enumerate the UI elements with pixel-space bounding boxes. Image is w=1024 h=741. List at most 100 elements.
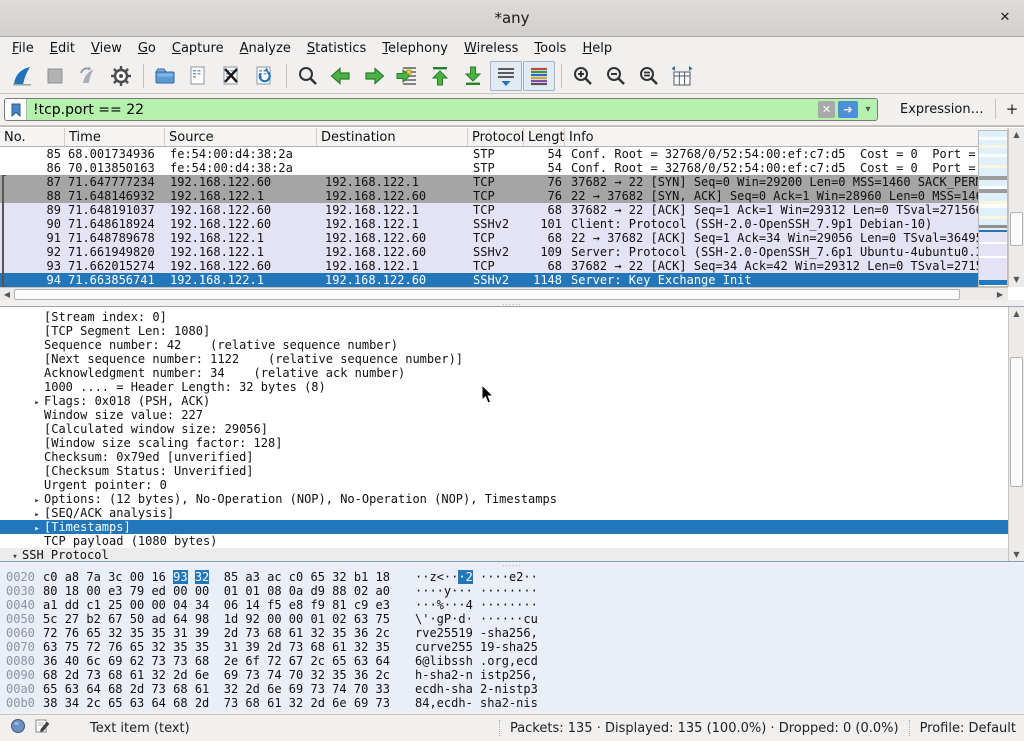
pane-splitter-handle[interactable]: ······ (0, 705, 1024, 710)
menu-view[interactable]: View (83, 39, 130, 58)
go-to-packet-icon[interactable] (391, 61, 423, 91)
hex-ascii[interactable]: ··z<···2 ····e2·· (415, 570, 538, 584)
menu-tools[interactable]: Tools (526, 39, 574, 58)
hex-ascii[interactable]: 6@libssh .org,ecd (415, 654, 538, 668)
hex-row[interactable]: 0040a1 dd c1 25 00 00 04 34 06 14 f5 e8 … (0, 598, 1024, 612)
filter-text[interactable]: !tcp.port == 22 (27, 102, 818, 118)
table-row[interactable]: 8568.001734936fe:54:00:d4:38:2aSTP54Conf… (0, 147, 1008, 161)
table-row[interactable]: 9371.662015274192.168.122.60192.168.122.… (0, 259, 1008, 273)
hex-row[interactable]: 00505c 27 b2 67 50 ad 64 98 1d 92 00 00 … (0, 612, 1024, 626)
add-filter-button[interactable]: + (1004, 100, 1020, 118)
packet-list-vscrollbar[interactable]: ▲ ▼ (1008, 128, 1024, 287)
hex-ascii[interactable]: rve25519 -sha256, (415, 626, 538, 640)
menu-edit[interactable]: Edit (42, 39, 83, 58)
capture-comment-icon[interactable] (34, 718, 50, 738)
scroll-down-icon[interactable]: ▼ (1009, 548, 1024, 562)
scroll-thumb[interactable] (1010, 357, 1023, 487)
hex-bytes[interactable]: 65 63 64 68 2d 73 68 61 32 2d 6e 69 73 7… (43, 682, 390, 696)
zoom-original-icon[interactable] (633, 61, 665, 91)
detail-tree-item[interactable]: [Checksum Status: Unverified] (0, 464, 1008, 478)
expression-button[interactable]: Expression… (900, 102, 984, 117)
table-row[interactable]: 8871.648146932192.168.122.1192.168.122.6… (0, 189, 1008, 203)
hex-ascii[interactable]: \'·gP·d· ······cu (415, 612, 538, 626)
scroll-down-icon[interactable]: ▼ (1009, 273, 1024, 287)
detail-tree-item[interactable]: TCP payload (1080 bytes) (0, 534, 1008, 548)
hex-bytes[interactable]: 36 40 6c 69 62 73 73 68 2e 6f 72 67 2c 6… (43, 654, 390, 668)
collapsed-icon[interactable]: ▸ (30, 522, 44, 534)
scroll-up-icon[interactable]: ▲ (1009, 128, 1024, 142)
open-file-icon[interactable] (149, 61, 181, 91)
zoom-in-icon[interactable] (567, 61, 599, 91)
hex-row[interactable]: 009068 2d 73 68 61 32 2d 6e 69 73 74 70 … (0, 668, 1024, 682)
detail-tree-item[interactable]: [Window size scaling factor: 128] (0, 436, 1008, 450)
scroll-up-icon[interactable]: ▲ (1009, 307, 1024, 321)
hex-bytes[interactable]: c0 a8 7a 3c 00 16 93 32 85 a3 ac c0 65 3… (43, 570, 390, 584)
stop-capture-icon[interactable] (39, 61, 71, 91)
reload-file-icon[interactable] (248, 61, 280, 91)
packet-list-header[interactable]: No.TimeSourceDestinationProtocolLengthIn… (0, 128, 1008, 147)
hex-row[interactable]: 008036 40 6c 69 62 73 73 68 2e 6f 72 67 … (0, 654, 1024, 668)
column-header-time[interactable]: Time (65, 128, 165, 146)
hex-ascii[interactable]: curve255 19-sha25 (415, 640, 538, 654)
pane-splitter-handle[interactable]: ······ (0, 564, 1024, 569)
hex-bytes[interactable]: 5c 27 b2 67 50 ad 64 98 1d 92 00 00 01 0… (43, 612, 390, 626)
status-profile[interactable]: Profile: Default (920, 721, 1024, 736)
table-row[interactable]: 8670.013850163fe:54:00:d4:38:2aSTP54Conf… (0, 161, 1008, 175)
title-bar[interactable]: *any ✕ (0, 0, 1024, 37)
collapsed-icon[interactable]: ▸ (30, 508, 44, 520)
menu-telephony[interactable]: Telephony (374, 39, 456, 58)
table-row[interactable]: 9271.661949820192.168.122.1192.168.122.6… (0, 245, 1008, 259)
menu-help[interactable]: Help (574, 39, 620, 58)
table-row[interactable]: 9471.663856741192.168.122.1192.168.122.6… (0, 273, 1008, 287)
hex-bytes[interactable]: a1 dd c1 25 00 00 04 34 06 14 f5 e8 f9 8… (43, 598, 390, 612)
expert-info-icon[interactable] (10, 718, 26, 738)
detail-tree-item[interactable]: Urgent pointer: 0 (0, 478, 1008, 492)
filter-apply-icon[interactable]: ➜ (838, 101, 858, 118)
capture-options-icon[interactable] (105, 61, 137, 91)
detail-tree-item[interactable]: ▸Options: (12 bytes), No-Operation (NOP)… (0, 492, 1008, 506)
hex-row[interactable]: 00a065 63 64 68 2d 73 68 61 32 2d 6e 69 … (0, 682, 1024, 696)
column-header-destination[interactable]: Destination (317, 128, 468, 146)
table-row[interactable]: 9071.648618924192.168.122.60192.168.122.… (0, 217, 1008, 231)
detail-tree-item[interactable]: Checksum: 0x79ed [unverified] (0, 450, 1008, 464)
go-back-icon[interactable] (325, 61, 357, 91)
filter-bookmark-icon[interactable] (5, 99, 27, 120)
hex-ascii[interactable]: ···%···4 ········ (415, 598, 538, 612)
save-file-icon[interactable] (182, 61, 214, 91)
hex-row[interactable]: 006072 76 65 32 35 35 31 39 2d 73 68 61 … (0, 626, 1024, 640)
collapsed-icon[interactable]: ▸ (30, 494, 44, 506)
detail-tree-item[interactable]: ▾SSH Protocol (0, 548, 1008, 562)
resize-columns-icon[interactable] (666, 61, 698, 91)
table-row[interactable]: 8771.647777234192.168.122.60192.168.122.… (0, 175, 1008, 189)
filter-clear-icon[interactable]: ✕ (818, 101, 835, 118)
column-header-source[interactable]: Source (165, 128, 317, 146)
hex-bytes[interactable]: 63 75 72 76 65 32 35 35 31 39 2d 73 68 6… (43, 640, 390, 654)
menu-statistics[interactable]: Statistics (299, 39, 374, 58)
detail-tree-item[interactable]: 1000 .... = Header Length: 32 bytes (8) (0, 380, 1008, 394)
filter-dropdown-icon[interactable]: ▾ (861, 104, 875, 115)
hex-ascii[interactable]: ····y··· ········ (415, 584, 538, 598)
hex-row[interactable]: 007063 75 72 76 65 32 35 35 31 39 2d 73 … (0, 640, 1024, 654)
detail-tree-item[interactable]: Sequence number: 42 (relative sequence n… (0, 338, 1008, 352)
table-row[interactable]: 9171.648789678192.168.122.1192.168.122.6… (0, 231, 1008, 245)
go-last-icon[interactable] (457, 61, 489, 91)
find-packet-icon[interactable] (292, 61, 324, 91)
auto-scroll-icon[interactable] (490, 61, 522, 91)
menu-capture[interactable]: Capture (164, 39, 232, 58)
collapsed-icon[interactable]: ▸ (30, 396, 44, 408)
go-forward-icon[interactable] (358, 61, 390, 91)
menu-go[interactable]: Go (130, 39, 164, 58)
go-first-icon[interactable] (424, 61, 456, 91)
intelligent-scrollbar-minimap[interactable] (978, 130, 1008, 287)
zoom-out-icon[interactable] (600, 61, 632, 91)
display-filter-input[interactable]: !tcp.port == 22 ✕ ➜ ▾ (4, 98, 878, 121)
column-header-length[interactable]: Length (524, 128, 565, 146)
menu-wireless[interactable]: Wireless (456, 39, 526, 58)
column-header-protocol[interactable]: Protocol (468, 128, 524, 146)
hex-row[interactable]: 0020c0 a8 7a 3c 00 16 93 32 85 a3 ac c0 … (0, 570, 1024, 584)
menu-file[interactable]: File (4, 39, 42, 58)
hex-bytes[interactable]: 80 18 00 e3 79 ed 00 00 01 01 08 0a d9 8… (43, 584, 390, 598)
close-file-icon[interactable] (215, 61, 247, 91)
detail-tree-item[interactable]: ▸[Timestamps] (0, 520, 1008, 534)
column-header-no[interactable]: No. (0, 128, 65, 146)
